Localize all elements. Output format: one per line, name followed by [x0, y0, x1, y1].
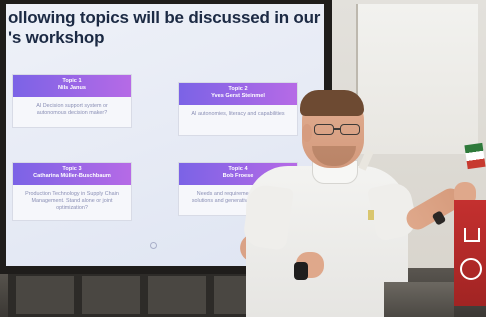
flag-icon	[464, 142, 486, 170]
photo-scene: ollowing topics will be discussed in our…	[0, 0, 486, 317]
topic-header: Topic 3 Catharina Müller-Buschbaum	[13, 163, 131, 185]
presenter-hair	[300, 90, 364, 116]
topic-presenter: Yves Gerst Steinmel	[211, 93, 265, 99]
topic-card-1: Topic 1 Nils Janus AI Decision support s…	[12, 74, 132, 128]
topic-card-2: Topic 2 Yves Gerst Steinmel AI autonomie…	[178, 82, 298, 136]
slide-title-line-1: ollowing topics will be discussed in our	[8, 8, 321, 27]
cabinet-panel	[82, 276, 140, 314]
cabinet-panel	[16, 276, 74, 314]
circle-icon	[460, 258, 482, 280]
glasses-lens	[340, 124, 360, 135]
topic-number: Topic 1	[62, 78, 82, 84]
topic-header: Topic 1 Nils Janus	[13, 75, 131, 97]
watch-icon	[294, 262, 308, 280]
cabinet-panel	[148, 276, 206, 314]
window	[356, 4, 478, 154]
red-banner	[454, 200, 486, 306]
presenter-left-sleeve	[241, 183, 295, 251]
topic-presenter: Catharina Müller-Buschbaum	[33, 173, 111, 179]
topic-number: Topic 3	[62, 166, 82, 172]
topic-description: Production Technology in Supply Chain Ma…	[25, 191, 119, 211]
desk-equipment	[384, 282, 454, 317]
slide-title-line-2: 's workshop	[8, 28, 105, 47]
shirt-badge	[368, 210, 374, 220]
glasses-lens	[314, 124, 334, 135]
slide-indicator-icon	[150, 242, 157, 249]
topic-number: Topic 2	[228, 86, 248, 92]
topic-description: AI Decision support system or autonomous…	[36, 103, 108, 116]
topic-description: AI autonomies, literacy and capabilities	[191, 111, 285, 117]
topic-card-3: Topic 3 Catharina Müller-Buschbaum Produ…	[12, 162, 132, 221]
house-icon	[464, 228, 480, 242]
glasses-icon	[314, 124, 364, 136]
presenter-ear	[302, 124, 312, 142]
topic-header: Topic 2 Yves Gerst Steinmel	[179, 83, 297, 105]
topic-presenter: Nils Janus	[58, 85, 86, 91]
slide-title: ollowing topics will be discussed in our…	[8, 8, 321, 48]
